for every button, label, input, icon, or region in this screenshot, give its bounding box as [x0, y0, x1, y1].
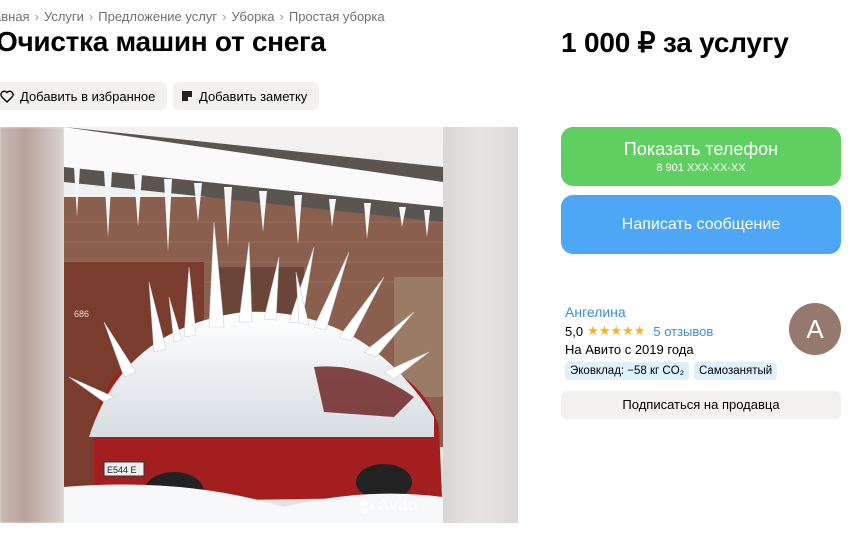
rating-value: 5,0: [565, 323, 584, 339]
listing-photo[interactable]: 686 Е544 Е Avito: [64, 127, 443, 523]
add-to-favorites-label: Добавить в избранное: [20, 88, 156, 104]
show-phone-button[interactable]: Показать телефон 8 901 XXX-XX-XX: [561, 127, 841, 186]
heart-icon: [0, 90, 14, 103]
note-icon: [182, 91, 192, 101]
masked-phone-number: 8 901 XXX-XX-XX: [656, 162, 746, 174]
write-message-button[interactable]: Написать сообщение: [561, 195, 841, 254]
chevron-right-icon: ›: [34, 9, 39, 24]
add-to-favorites-button[interactable]: Добавить в избранное: [0, 82, 168, 110]
seller-rating: 5,0 ★★★★★ 5 отзывов: [565, 323, 713, 339]
watermark-text: Avito: [378, 497, 418, 514]
avatar[interactable]: А: [789, 303, 841, 355]
eco-badge[interactable]: Эковклад: −58 кг CO₂: [565, 362, 690, 380]
subscribe-button[interactable]: Подписаться на продавца: [561, 391, 841, 419]
seller-name-link[interactable]: Ангелина: [565, 304, 626, 320]
previous-photo-preview[interactable]: [0, 127, 64, 523]
chevron-right-icon: ›: [88, 9, 94, 24]
show-phone-label: Показать телефон: [623, 139, 779, 159]
license-plate: Е544 Е: [107, 465, 137, 475]
price: 1 000 ₽ за услугу: [561, 27, 789, 58]
reviews-link[interactable]: 5 отзывов: [653, 324, 713, 339]
chevron-right-icon: ›: [222, 9, 227, 24]
svg-text:686: 686: [74, 309, 89, 319]
breadcrumb-item-simple-cleaning[interactable]: Простая уборка: [289, 9, 385, 24]
page-title: Очистка машин от снега: [0, 26, 326, 57]
seller-since: На Авито с 2019 года: [565, 342, 694, 357]
self-employed-badge[interactable]: Самозанятый: [694, 362, 778, 380]
breadcrumb-item-cleaning[interactable]: Уборка: [231, 9, 274, 24]
breadcrumb: авная › Услуги › Предложение услуг › Уборка › Пр…: [0, 9, 385, 24]
photo-gallery[interactable]: 686 Е544 Е Avito: [0, 127, 518, 523]
breadcrumb-item-services[interactable]: Услуги: [44, 9, 84, 24]
star-rating-icon: ★★★★★: [587, 323, 646, 338]
add-note-button[interactable]: Добавить заметку: [173, 82, 320, 110]
breadcrumb-item-offer[interactable]: Предложение услуг: [98, 9, 217, 24]
next-photo-preview[interactable]: [443, 127, 518, 523]
add-note-label: Добавить заметку: [199, 88, 308, 104]
breadcrumb-item-home[interactable]: авная: [0, 9, 30, 24]
chevron-right-icon: ›: [279, 9, 284, 24]
